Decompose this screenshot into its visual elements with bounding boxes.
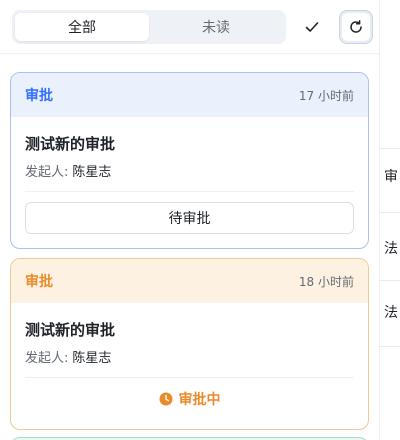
check-icon: [305, 22, 319, 32]
mark-all-read-button[interactable]: [295, 10, 329, 44]
notification-panel: 全部 未读 审批 17 小时前 测试新的审批 发起人: 陈星志 待审批 审批 1…: [0, 0, 380, 440]
card-title: 测试新的审批: [25, 135, 116, 153]
status-label: 审批中: [178, 392, 221, 408]
card-initiator: 发起人: 陈星志: [25, 347, 354, 366]
card-body: 测试新的审批 发起人: 陈星志 审批中: [11, 319, 368, 414]
background-divider: [380, 346, 400, 347]
card-header: 审批 18 小时前: [11, 259, 368, 303]
background-text: 法: [384, 241, 398, 257]
card-initiator: 发起人: 陈星志: [25, 161, 354, 180]
refresh-button-inner: [342, 13, 370, 41]
card-time: 18 小时前: [298, 274, 354, 289]
card-type: 审批: [25, 274, 53, 290]
filter-tabs: 全部 未读: [12, 10, 286, 44]
approval-card[interactable]: 审批 17 小时前 测试新的审批 发起人: 陈星志 待审批: [10, 72, 369, 249]
refresh-button[interactable]: [339, 10, 373, 44]
pending-approval-button[interactable]: 待审批: [25, 202, 354, 234]
approval-status: 审批中: [25, 384, 354, 414]
initiator-label: 发起人:: [25, 351, 69, 366]
background-divider: [380, 212, 400, 213]
card-divider: [25, 191, 354, 192]
card-divider: [25, 377, 354, 378]
card-type: 审批: [25, 88, 53, 104]
card-header: 审批 17 小时前: [11, 73, 368, 117]
card-body: 测试新的审批 发起人: 陈星志 待审批: [11, 133, 368, 234]
tab-unread[interactable]: 未读: [149, 13, 283, 41]
tab-all[interactable]: 全部: [15, 13, 149, 41]
background-text: 法: [384, 305, 398, 321]
card-title: 测试新的审批: [25, 321, 116, 339]
initiator-name: 陈星志: [72, 351, 112, 366]
clock-icon: [159, 392, 172, 406]
card-time: 17 小时前: [298, 88, 354, 103]
approval-card[interactable]: 审批 18 小时前 测试新的审批 发起人: 陈星志 审批中: [10, 258, 369, 430]
background-divider: [380, 280, 400, 281]
notification-toolbar: 全部 未读: [0, 0, 379, 54]
background-page: 审 法 法: [380, 0, 400, 440]
background-divider: [380, 148, 400, 149]
initiator-name: 陈星志: [72, 165, 112, 180]
initiator-label: 发起人:: [25, 165, 69, 180]
background-text: 审: [384, 169, 398, 185]
refresh-icon: [350, 20, 362, 33]
